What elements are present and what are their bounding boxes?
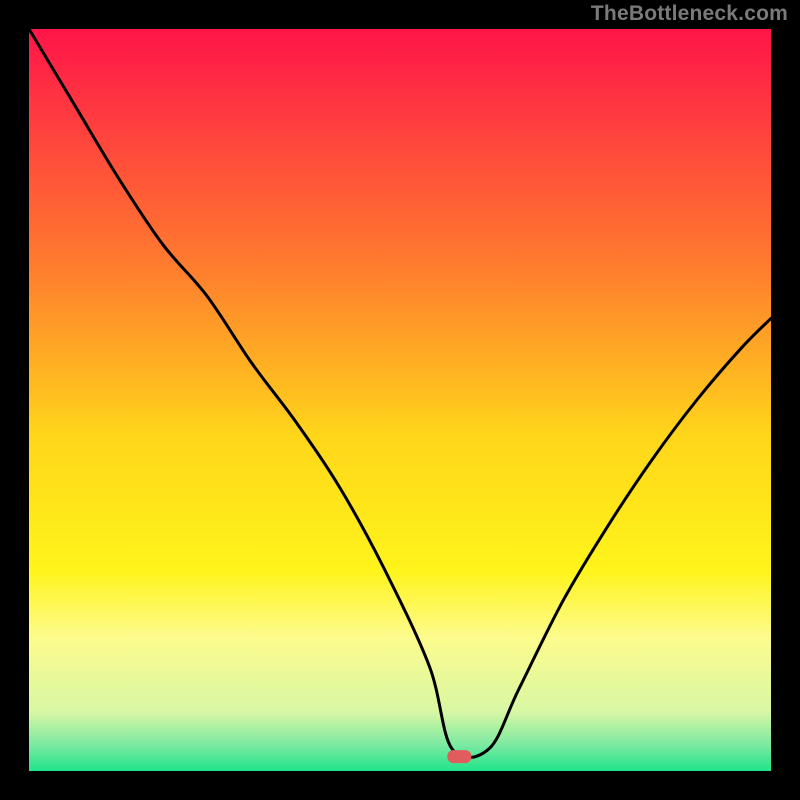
chart-frame: TheBottleneck.com xyxy=(0,0,800,800)
chart-svg xyxy=(29,29,771,771)
minimum-marker xyxy=(447,750,471,763)
chart-background xyxy=(29,29,771,771)
plot-area xyxy=(29,29,771,771)
watermark-text: TheBottleneck.com xyxy=(591,2,788,26)
